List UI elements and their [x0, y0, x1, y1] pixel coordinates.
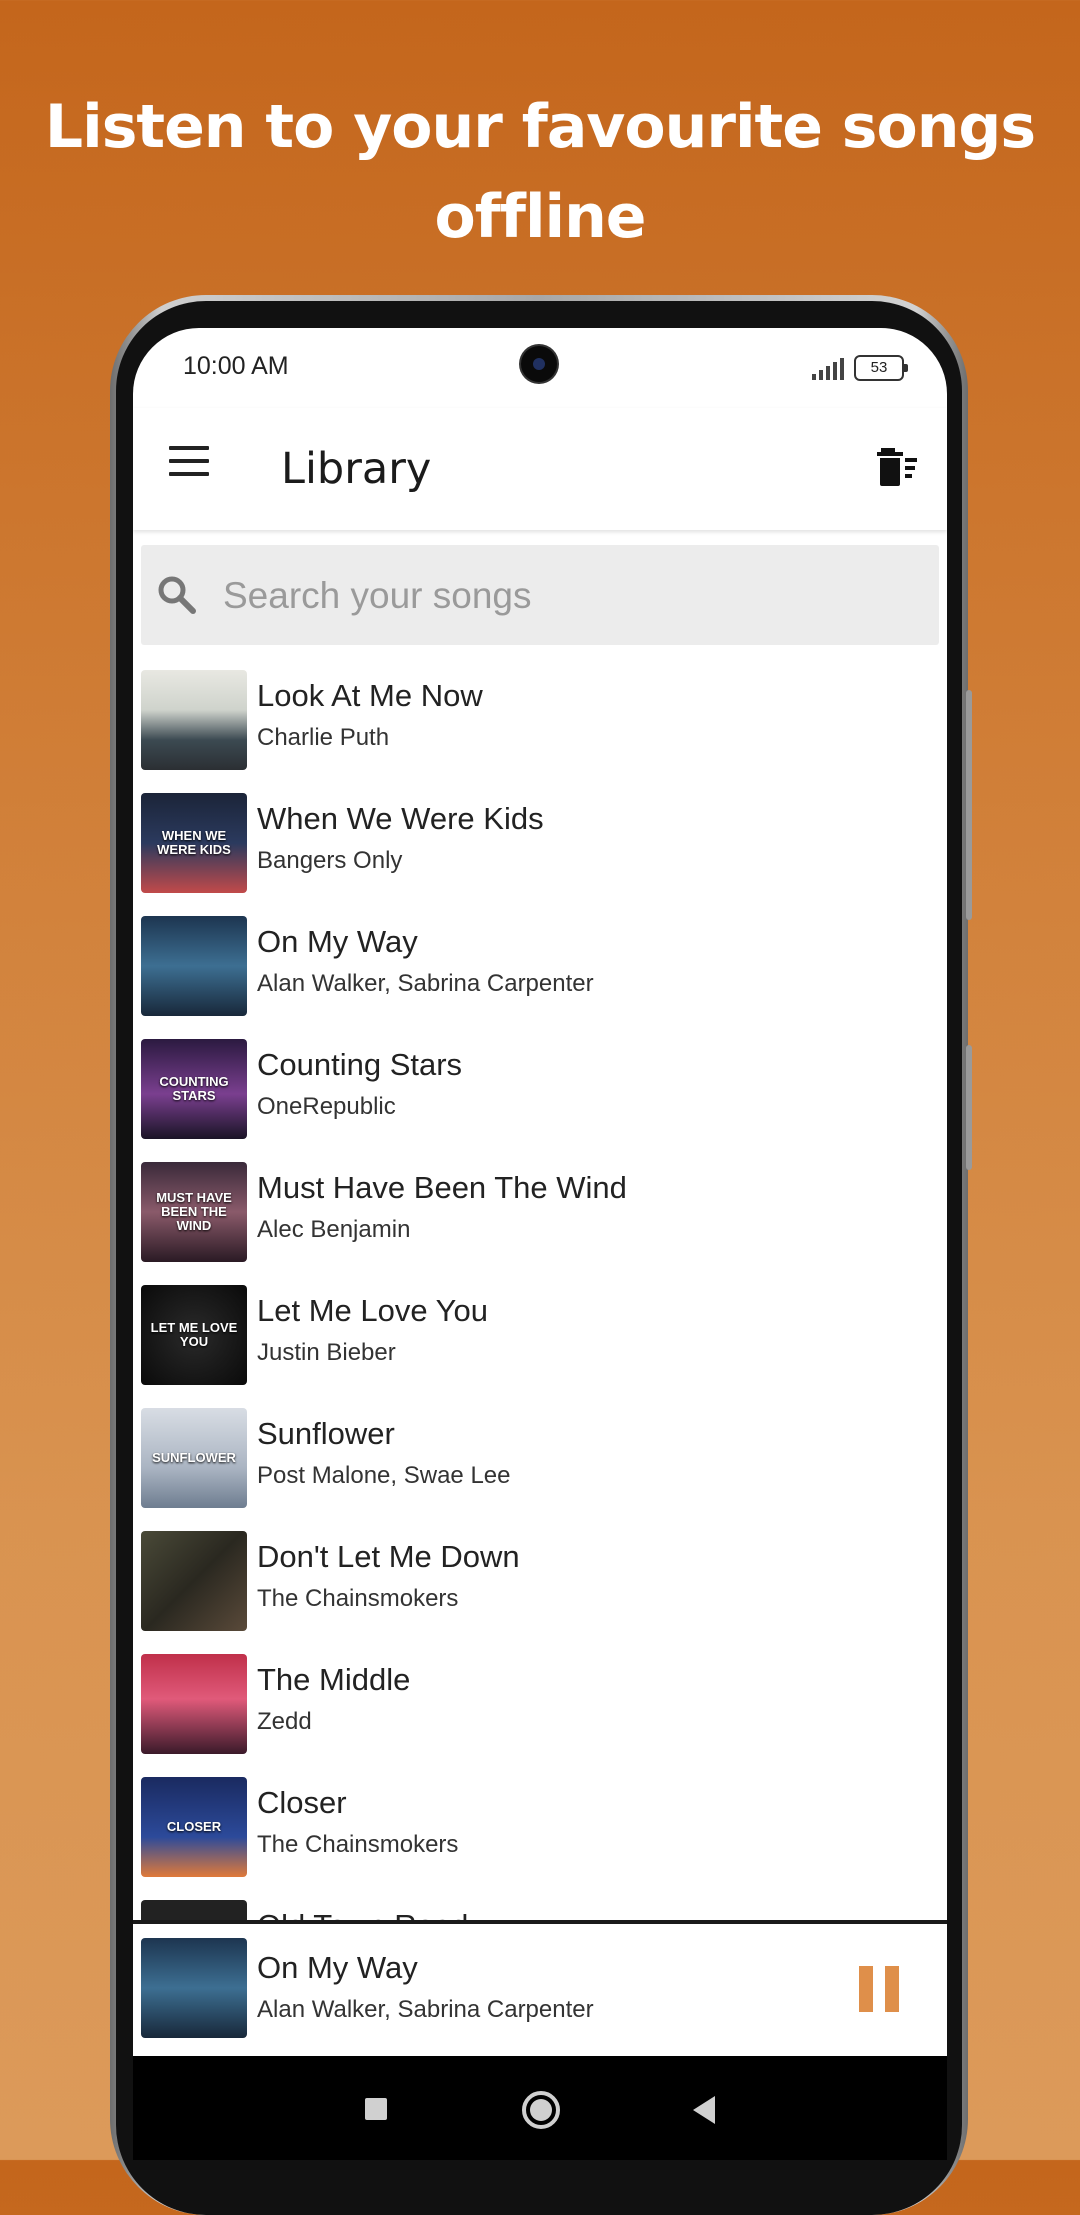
song-thumbnail: MUST HAVE BEEN THE WIND — [141, 1162, 247, 1262]
battery-icon: 53 — [854, 355, 908, 381]
now-playing-bar[interactable]: On My Way Alan Walker, Sabrina Carpenter — [133, 1920, 947, 2060]
volume-button — [966, 690, 972, 920]
song-artist: The Chainsmokers — [257, 1831, 459, 1858]
song-list-item[interactable]: COUNTING STARS Counting Stars OneRepublic — [133, 1039, 947, 1162]
app-toolbar: Library — [133, 408, 947, 530]
song-artist: Bangers Only — [257, 847, 403, 874]
thumbnail-text: CLOSER — [166, 1819, 222, 1834]
song-thumbnail: CLOSER — [141, 1777, 247, 1877]
song-artist: Alec Benjamin — [257, 1216, 411, 1243]
song-list-item[interactable]: Old Town Road — [133, 1900, 947, 1922]
square-recents-icon[interactable] — [365, 2098, 387, 2120]
hamburger-menu-icon[interactable] — [169, 446, 211, 480]
song-list-item[interactable]: On My Way Alan Walker, Sabrina Carpenter — [133, 916, 947, 1039]
app-screen: 10:00 AM 53 Library Look — [133, 328, 947, 2160]
song-title: When We Were Kids — [257, 801, 544, 836]
circle-home-icon[interactable] — [522, 2091, 560, 2129]
song-list-item[interactable]: Don't Let Me Down The Chainsmokers — [133, 1531, 947, 1654]
song-list-item[interactable]: WHEN WE WERE KIDS When We Were Kids Banger… — [133, 793, 947, 916]
song-artist: Zedd — [257, 1708, 312, 1735]
song-thumbnail — [141, 1531, 247, 1631]
song-title: The Middle — [257, 1662, 411, 1697]
status-time: 10:00 AM — [183, 352, 289, 380]
song-title: Look At Me Now — [257, 678, 483, 713]
page-title: Library — [281, 444, 432, 494]
song-artist: OneRepublic — [257, 1093, 396, 1120]
thumbnail-text: WHEN WE WERE KIDS — [157, 828, 231, 857]
song-list-item[interactable]: LET ME LOVE YOU Let Me Love You Justin Bie… — [133, 1285, 947, 1408]
song-title: Sunflower — [257, 1416, 395, 1451]
promo-headline: Listen to your favourite songs offline — [44, 92, 1036, 252]
status-bar: 10:00 AM 53 — [133, 328, 947, 408]
song-title: Must Have Been The Wind — [257, 1170, 627, 1205]
song-list-item[interactable]: MUST HAVE BEEN THE WIND Must Have Been Th… — [133, 1162, 947, 1285]
song-artist: Charlie Puth — [257, 724, 390, 751]
delete-sweep-icon[interactable] — [875, 444, 919, 488]
search-icon — [158, 576, 196, 614]
now-playing-title: On My Way — [257, 1950, 418, 1985]
pause-icon[interactable] — [859, 1966, 899, 2012]
song-artist: Post Malone, Swae Lee — [257, 1462, 511, 1489]
signal-icon — [812, 358, 844, 380]
song-thumbnail — [141, 670, 247, 770]
song-thumbnail: SUNFLOWER — [141, 1408, 247, 1508]
song-list-item[interactable]: Look At Me Now Charlie Puth — [133, 670, 947, 793]
search-input[interactable] — [221, 567, 915, 625]
song-thumbnail: WHEN WE WERE KIDS — [141, 793, 247, 893]
system-nav-bar — [133, 2056, 947, 2160]
thumbnail-text: MUST HAVE BEEN THE WIND — [156, 1190, 232, 1233]
song-title: Counting Stars — [257, 1047, 463, 1082]
song-list-item[interactable]: CLOSER Closer The Chainsmokers — [133, 1777, 947, 1900]
power-button — [966, 1045, 972, 1170]
song-thumbnail — [141, 916, 247, 1016]
song-list: Look At Me Now Charlie Puth WHEN WE WERE K… — [133, 670, 947, 1922]
song-title: On My Way — [257, 924, 418, 959]
song-list-item[interactable]: The Middle Zedd — [133, 1654, 947, 1777]
song-list-item[interactable]: SUNFLOWER Sunflower Post Malone, Swae Lee — [133, 1408, 947, 1531]
now-playing-thumbnail — [141, 1938, 247, 2038]
song-thumbnail: COUNTING STARS — [141, 1039, 247, 1139]
search-bar — [141, 545, 939, 645]
thumbnail-text: COUNTING STARS — [159, 1074, 229, 1103]
song-thumbnail — [141, 1900, 247, 1922]
song-thumbnail — [141, 1654, 247, 1754]
song-title: Don't Let Me Down — [257, 1539, 520, 1574]
song-artist: Alan Walker, Sabrina Carpenter — [257, 970, 594, 997]
song-thumbnail: LET ME LOVE YOU — [141, 1285, 247, 1385]
song-artist: Justin Bieber — [257, 1339, 396, 1366]
triangle-back-icon[interactable] — [693, 2096, 715, 2124]
song-artist: The Chainsmokers — [257, 1585, 459, 1612]
song-title: Let Me Love You — [257, 1293, 488, 1328]
thumbnail-text: LET ME LOVE YOU — [150, 1320, 238, 1349]
thumbnail-text: SUNFLOWER — [152, 1450, 236, 1465]
front-camera — [521, 346, 557, 382]
song-title: Closer — [257, 1785, 347, 1820]
now-playing-artist: Alan Walker, Sabrina Carpenter — [257, 1996, 594, 2023]
